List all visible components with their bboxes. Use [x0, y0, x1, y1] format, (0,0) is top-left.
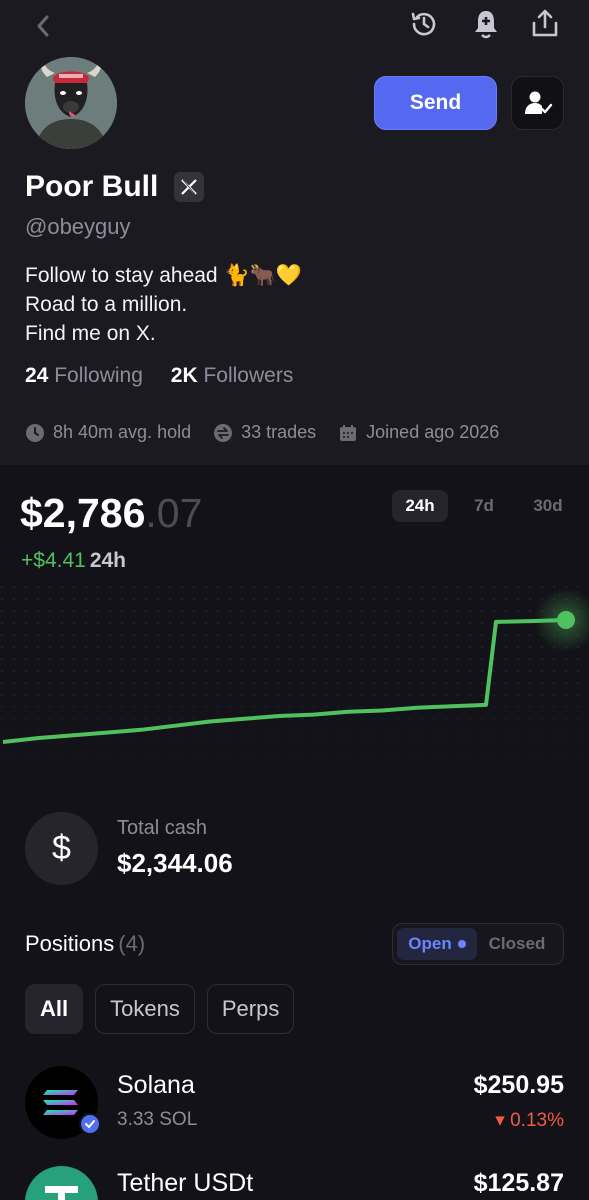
- follow-counts: 24 Following 2K Followers: [25, 364, 293, 388]
- range-tab-7d[interactable]: 7d: [456, 490, 512, 522]
- avg-hold-text: 8h 40m avg. hold: [53, 422, 192, 442]
- portfolio-value-cents: .07: [145, 490, 203, 536]
- cash-value: $2,344.06: [117, 848, 233, 878]
- profile-handle: @obeyguy: [25, 214, 131, 239]
- token-change: ▾ 0.13%: [495, 1110, 564, 1131]
- portfolio-value-main: $2,786: [20, 490, 146, 536]
- filter-perps[interactable]: Perps: [206, 984, 295, 1034]
- user-check-icon: [524, 91, 552, 114]
- followers-link[interactable]: 2K Followers: [171, 364, 294, 387]
- bell-plus-icon[interactable]: [468, 6, 504, 42]
- trades-text: 33 trades: [241, 422, 317, 442]
- token-amount: 3.33 SOL: [117, 1109, 198, 1130]
- range-tabs: 24h 7d 30d: [392, 490, 584, 522]
- portfolio-change: +$4.41 24h: [21, 549, 126, 573]
- tether-icon: [25, 1166, 98, 1200]
- cash-label: Total cash: [117, 817, 208, 839]
- share-icon[interactable]: [527, 6, 563, 42]
- trades-stat: 33 trades: [213, 422, 316, 443]
- portfolio-chart: [0, 585, 589, 775]
- profile-name: Poor Bull: [25, 170, 159, 203]
- range-tab-30d[interactable]: 30d: [520, 490, 576, 522]
- x-icon[interactable]: [174, 172, 204, 202]
- change-amount: +$4.41: [21, 549, 86, 572]
- change-period: 24h: [89, 549, 127, 572]
- chart-point: [557, 611, 575, 629]
- bio-line: Find me on X.: [25, 322, 156, 345]
- open-closed-toggle: Open Closed: [392, 923, 564, 965]
- open-dot: [457, 940, 466, 948]
- token-value: $250.95: [473, 1071, 564, 1099]
- joined-text: Joined ago 2026: [366, 422, 500, 442]
- avg-hold-stat: 8h 40m avg. hold: [25, 422, 191, 443]
- following-link[interactable]: 24 Following: [25, 364, 143, 387]
- toggle-closed[interactable]: Closed: [477, 928, 557, 960]
- follow-button[interactable]: [511, 76, 564, 130]
- bio-line: Road to a million.: [25, 293, 188, 316]
- verified-icon: [79, 1113, 101, 1135]
- clock-icon: [26, 423, 44, 442]
- followers-count: 2K: [170, 364, 198, 387]
- position-filters: All Tokens Perps: [25, 984, 306, 1034]
- chevron-left-icon[interactable]: [30, 12, 56, 40]
- following-count: 24: [25, 364, 49, 387]
- positions-count: (4): [118, 931, 146, 956]
- bio-line: Follow to stay ahead 🐈🐂💛: [25, 264, 302, 287]
- calendar-icon: [340, 424, 357, 441]
- following-label: Following: [54, 364, 143, 387]
- token-value: $125.87: [473, 1169, 564, 1197]
- joined-stat: Joined ago 2026: [338, 422, 499, 443]
- range-tab-24h[interactable]: 24h: [392, 490, 448, 522]
- profile-bio: Follow to stay ahead 🐈🐂💛 Road to a milli…: [25, 261, 302, 348]
- avatar: [25, 57, 117, 149]
- positions-label: Positions: [25, 931, 115, 956]
- swap-icon: [214, 423, 233, 442]
- followers-label: Followers: [203, 364, 294, 387]
- filter-all[interactable]: All: [25, 984, 84, 1034]
- position-row-tether[interactable]: Tether USDt $125.87: [0, 1163, 589, 1200]
- profile-stats: 8h 40m avg. hold 33 trades Joined ago 20…: [25, 422, 521, 443]
- dollar-icon: $: [25, 812, 98, 885]
- token-name: Solana: [117, 1071, 195, 1099]
- toggle-open-label: Open: [408, 934, 452, 953]
- toggle-open[interactable]: Open: [397, 928, 477, 960]
- filter-tokens[interactable]: Tokens: [95, 984, 195, 1034]
- token-name: Tether USDt: [117, 1169, 254, 1197]
- position-row-solana[interactable]: Solana 3.33 SOL $250.95 ▾ 0.13%: [0, 1063, 589, 1153]
- history-icon[interactable]: [406, 6, 442, 42]
- positions-title: Positions (4): [25, 931, 145, 957]
- send-button[interactable]: Send: [374, 76, 497, 130]
- portfolio-value: $2,786.07: [20, 490, 202, 537]
